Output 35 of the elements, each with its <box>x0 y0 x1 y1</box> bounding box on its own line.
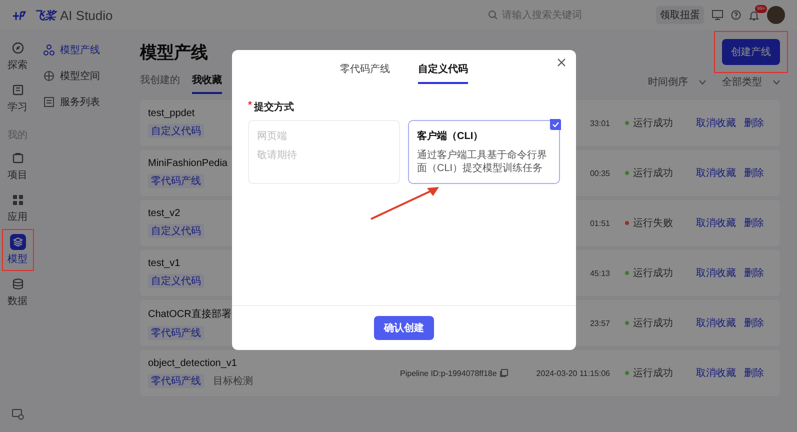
option-description: 通过客户端工具基于命令行界面（CLI）提交模型训练任务 <box>417 149 548 175</box>
field-label: 提交方式 <box>254 100 294 114</box>
pipeline-name: ChatOCR直接部署 <box>148 308 232 320</box>
run-status: 运行失败 <box>633 216 673 230</box>
run-time: 2024-03-20 11:15:06 <box>536 368 610 378</box>
option-title: 客户端（CLI） <box>417 129 484 143</box>
run-status: 运行成功 <box>633 316 673 330</box>
option-title: 网页端 <box>257 130 288 143</box>
type-tag: 零代码产线 <box>148 374 204 388</box>
pipeline-name: test_v1 <box>148 258 182 269</box>
option-description: 敬请期待 <box>257 149 298 162</box>
run-status: 运行成功 <box>633 166 673 180</box>
run-status: 运行成功 <box>633 366 673 380</box>
run-time: 23:57 <box>590 318 610 328</box>
pipeline-name: MiniFashionPedia <box>148 158 228 169</box>
page-title: 模型产线 <box>140 42 208 64</box>
run-status: 运行成功 <box>633 266 673 280</box>
run-time: 01:51 <box>590 218 610 228</box>
pipeline-name: object_detection_v1 <box>148 358 238 369</box>
type-tag: 零代码产线 <box>148 326 204 340</box>
product-name: AI Studio <box>60 8 113 22</box>
run-time: 00:35 <box>590 168 610 178</box>
required-mark: * <box>248 100 252 113</box>
pipeline-name: test_v2 <box>148 208 182 219</box>
run-time: 45:13 <box>590 268 610 278</box>
run-time: 33:01 <box>590 118 610 128</box>
brand-name: 飞桨 <box>34 8 56 22</box>
type-tag: 目标检测 <box>210 374 256 388</box>
run-status: 运行成功 <box>633 116 673 130</box>
type-tag: 自定义代码 <box>148 124 204 138</box>
pipeline-name: test_ppdet <box>148 108 196 119</box>
type-tag: 零代码产线 <box>148 174 204 188</box>
type-tag: 自定义代码 <box>148 224 204 238</box>
type-tag: 自定义代码 <box>148 274 204 288</box>
pipeline-id: Pipeline ID:p-1994078ff18e <box>400 368 497 378</box>
